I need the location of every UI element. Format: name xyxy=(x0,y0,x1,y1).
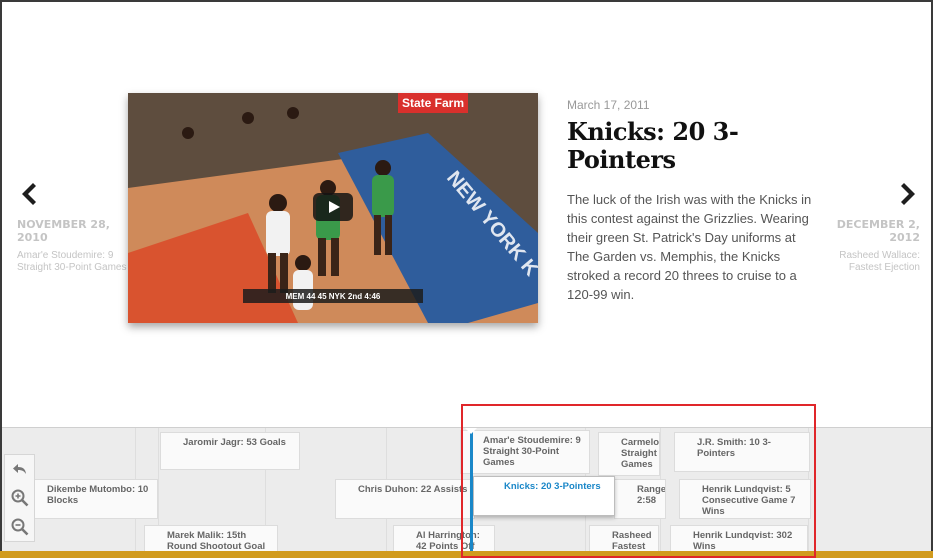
video-player[interactable]: State Farm NEW YORK K MEM 44 45 NYK 2nd … xyxy=(128,93,538,323)
previous-slide-title: Amar'e Stoudemire: 9 Straight 30-Point G… xyxy=(17,250,127,273)
chevron-left-icon xyxy=(22,183,36,205)
play-icon[interactable] xyxy=(313,193,353,221)
timeline-marker-label: Henrik Lundqvist: 5 Consecutive Game 7 W… xyxy=(702,484,796,517)
zoom-out-button[interactable] xyxy=(10,517,30,537)
zoom-in-icon xyxy=(11,489,29,507)
previous-slide-preview[interactable]: NOVEMBER 28, 2010 Amar'e Stoudemire: 9 S… xyxy=(17,218,127,274)
timeline-marker[interactable]: Jaromir Jagr: 53 Goals xyxy=(160,432,300,470)
timeline-marker-label: Henrik Lundqvist: 302 Wins xyxy=(693,530,793,552)
timeline-widget: NOVEMBER 28, 2010 Amar'e Stoudemire: 9 S… xyxy=(0,0,933,558)
timeline-marker-active[interactable]: Knicks: 20 3-Pointers xyxy=(473,476,615,516)
current-position-pointer xyxy=(464,428,478,434)
next-slide-date: DECEMBER 2, 2012 xyxy=(836,218,920,244)
next-slide-button[interactable] xyxy=(897,180,921,208)
chevron-right-icon xyxy=(901,183,915,205)
timeline-marker[interactable]: Chris Duhon: 22 Assists xyxy=(335,479,475,519)
score-bar: MEM 44 45 NYK 2nd 4:46 xyxy=(286,292,381,301)
previous-slide-button[interactable] xyxy=(16,180,40,208)
next-slide-title: Rasheed Wallace: Fastest Ejection xyxy=(839,250,920,273)
timeline-marker[interactable]: Range 2:58 xyxy=(614,479,666,519)
timeline-marker-label: Chris Duhon: 22 Assists xyxy=(358,484,468,495)
timeline-marker-label: Carmelo Straight Games xyxy=(621,437,660,470)
zoom-out-icon xyxy=(11,518,29,536)
timeline-marker[interactable]: Dikembe Mutombo: 10 Blocks xyxy=(24,479,158,519)
timeline-marker-label: Marek Malik: 15th Round Shootout Goal xyxy=(167,530,266,552)
slide-date: March 17, 2011 xyxy=(567,98,650,112)
zoom-in-button[interactable] xyxy=(10,488,30,508)
slide-title: Knicks: 20 3-Pointers xyxy=(567,117,739,174)
timeline-marker-label: Jaromir Jagr: 53 Goals xyxy=(183,437,286,448)
timeline-marker[interactable]: Henrik Lundqvist: 5 Consecutive Game 7 W… xyxy=(679,479,811,519)
timeline[interactable]: Jaromir Jagr: 53 Goals Amar'e Stoudemire… xyxy=(2,427,931,558)
slide-text: March 17, 2011 Knicks: 20 3-Pointers The… xyxy=(567,98,817,304)
back-to-start-button[interactable] xyxy=(10,459,30,479)
timeline-toolbar xyxy=(4,454,35,542)
timeline-marker-label: Range 2:58 xyxy=(637,484,666,506)
timeline-marker-label: Knicks: 20 3-Pointers xyxy=(504,481,601,492)
current-position-line xyxy=(470,431,473,556)
timeline-marker-label: J.R. Smith: 10 3-Pointers xyxy=(697,437,771,459)
sponsor-banner: State Farm xyxy=(402,96,464,110)
next-slide-preview[interactable]: DECEMBER 2, 2012 Rasheed Wallace: Fastes… xyxy=(810,218,920,274)
timeline-marker[interactable]: J.R. Smith: 10 3-Pointers xyxy=(674,432,810,472)
timeline-marker-label: Amar'e Stoudemire: 9 Straight 30-Point G… xyxy=(483,435,581,468)
previous-slide-date: NOVEMBER 28, 2010 xyxy=(17,218,110,244)
timeline-marker[interactable]: Carmelo Straight Games xyxy=(598,432,660,476)
timeline-marker-label: Dikembe Mutombo: 10 Blocks xyxy=(47,484,149,506)
timeline-marker[interactable]: Amar'e Stoudemire: 9 Straight 30-Point G… xyxy=(460,430,590,474)
back-arrow-icon xyxy=(13,464,26,474)
timeline-bottom-bar xyxy=(0,551,933,558)
slide-area: NOVEMBER 28, 2010 Amar'e Stoudemire: 9 S… xyxy=(2,2,931,427)
slide-body: The luck of the Irish was with the Knick… xyxy=(567,192,812,302)
